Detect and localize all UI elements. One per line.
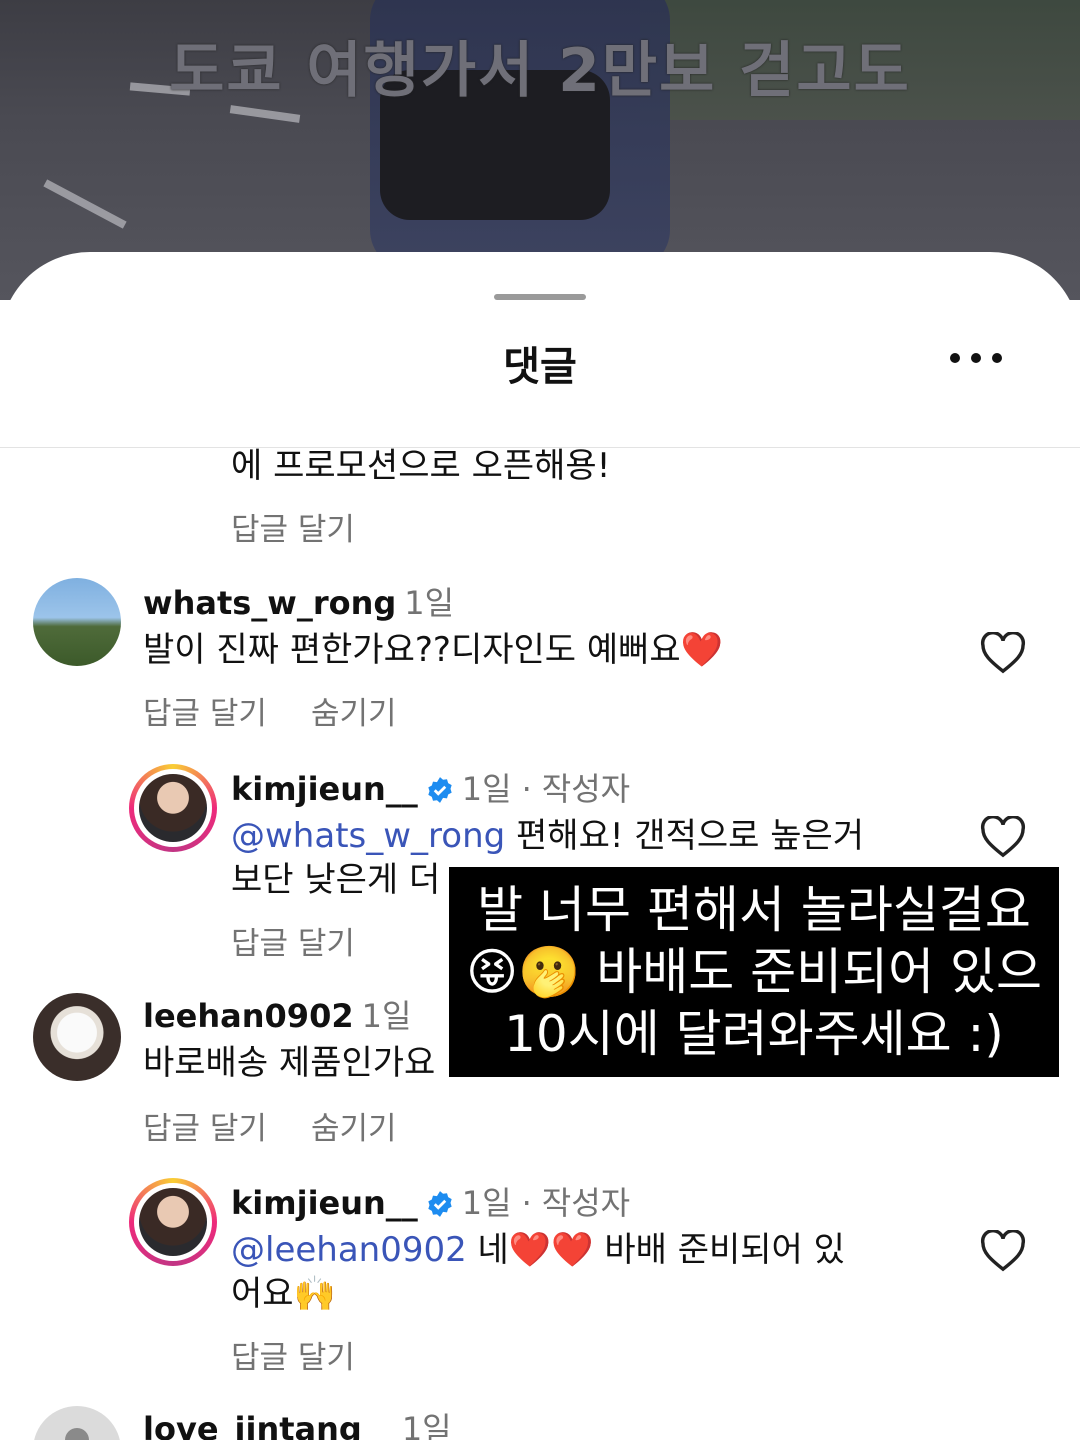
- avatar[interactable]: [33, 1406, 121, 1440]
- comment-time: 1일: [461, 770, 512, 808]
- video-caption: 도쿄 여행가서 2만보 걷고도: [169, 36, 911, 106]
- comment-text: @leehan0902 네❤️❤️ 바배 준비되어 있: [231, 1230, 845, 1270]
- comments-sheet: 댓글 에 프로모션으로 오픈해용! 답글 달기 whats_w_rong 1일 발…: [0, 252, 1080, 1440]
- mention-link[interactable]: @whats_w_rong: [231, 816, 505, 856]
- comment-username[interactable]: kimjieun__ 1일 · 작성자: [231, 764, 630, 810]
- reply-button[interactable]: 답글 달기: [231, 504, 355, 549]
- heart-emoji: ❤️: [680, 630, 724, 670]
- comment-text: 에 프로모션으로 오픈해용!: [231, 448, 611, 486]
- author-label: 작성자: [541, 1184, 631, 1222]
- overlay-line: 😝🫢 바배도 준비되어 있으: [465, 943, 1043, 1001]
- comment-time: 1일: [461, 1184, 512, 1222]
- like-heart-icon[interactable]: [980, 1230, 1026, 1272]
- video-overlay-caption: 발 너무 편해서 놀라실걸요 😝🫢 바배도 준비되어 있으 10시에 달려와주세…: [449, 867, 1059, 1077]
- verified-badge-icon: [428, 777, 452, 803]
- raising-hands-emoji: 🙌: [293, 1274, 336, 1314]
- hide-button[interactable]: 숨기기: [311, 688, 397, 733]
- avatar[interactable]: [33, 578, 121, 666]
- comment-username[interactable]: kimjieun__ 1일 · 작성자: [231, 1178, 630, 1224]
- comment-text: 바로배송 제품인가요: [143, 1043, 436, 1083]
- heart-emoji: ❤️: [508, 1230, 552, 1270]
- comment-time: 1일: [361, 997, 412, 1035]
- overlay-line: 10시에 달려와주세요 :): [504, 1005, 1004, 1063]
- hide-button[interactable]: 숨기기: [311, 1103, 397, 1148]
- mention-link[interactable]: @leehan0902: [231, 1230, 467, 1270]
- sheet-title: 댓글: [503, 344, 577, 390]
- comment-text: 발이 진짜 편한가요??디자인도 예뻐요❤️: [143, 630, 724, 670]
- like-heart-icon[interactable]: [980, 816, 1026, 858]
- more-options-icon[interactable]: [950, 350, 1002, 364]
- overlay-line: 발 너무 편해서 놀라실걸요: [477, 881, 1031, 939]
- comment-text: 어요🙌: [231, 1274, 336, 1314]
- reply-button[interactable]: 답글 달기: [143, 1103, 267, 1148]
- comment-text: 보단 낮은게 더: [231, 860, 441, 900]
- comment-time: 1일: [404, 584, 455, 622]
- comment-text: @whats_w_rong 편해요! 갠적으로 높은거: [231, 816, 865, 856]
- comment-username[interactable]: whats_w_rong 1일: [143, 578, 454, 624]
- comment-time: 1일: [401, 1410, 452, 1440]
- comment-username[interactable]: leehan0902 1일: [143, 991, 411, 1037]
- comment-username[interactable]: love_jintang__ 1일: [143, 1404, 452, 1440]
- reply-button[interactable]: 답글 달기: [231, 1332, 355, 1377]
- avatar[interactable]: [129, 764, 217, 852]
- like-heart-icon[interactable]: [980, 632, 1026, 674]
- road-stripe: [43, 179, 127, 229]
- heart-emoji: ❤️: [551, 1230, 594, 1270]
- reply-button[interactable]: 답글 달기: [231, 918, 355, 963]
- reply-button[interactable]: 답글 달기: [143, 688, 267, 733]
- face-emoji: 😝🫢: [465, 943, 581, 1001]
- avatar[interactable]: [33, 993, 121, 1081]
- avatar[interactable]: [129, 1178, 217, 1266]
- sheet-grabber[interactable]: [494, 294, 586, 300]
- author-label: 작성자: [541, 770, 631, 808]
- verified-badge-icon: [428, 1191, 452, 1217]
